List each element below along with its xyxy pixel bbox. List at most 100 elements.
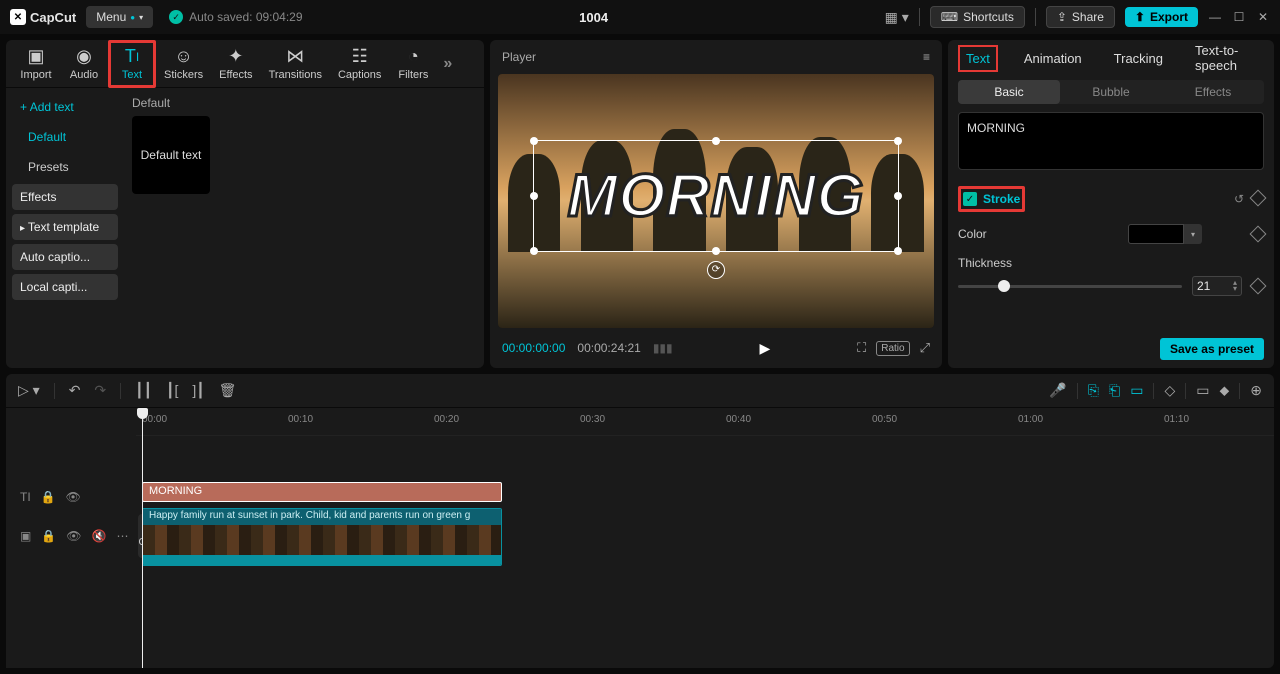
expand-tabs-icon[interactable]: »: [437, 55, 458, 73]
resize-handle[interactable]: [712, 137, 720, 145]
lock-icon[interactable]: 🔒: [41, 490, 56, 504]
text-clip[interactable]: MORNING: [142, 482, 502, 502]
subtab-effects[interactable]: Effects: [1162, 80, 1264, 104]
playhead[interactable]: [142, 408, 143, 668]
ruler-tick: 00:10: [288, 414, 313, 425]
slider-thumb[interactable]: [998, 280, 1010, 292]
text-selection-box[interactable]: MORNING ⟳: [533, 140, 899, 252]
mute-icon[interactable]: 🔇: [92, 529, 107, 543]
tab-audio[interactable]: ◉Audio: [60, 43, 108, 85]
keyframe-icon[interactable]: [1250, 226, 1267, 243]
sidebar-item-default[interactable]: Default: [12, 124, 118, 150]
maximize-icon[interactable]: ☐: [1232, 10, 1246, 24]
mic-icon[interactable]: 🎤: [1049, 382, 1066, 399]
player-menu-icon[interactable]: ≡: [923, 50, 930, 64]
zoom-icon[interactable]: ⊕: [1250, 382, 1262, 399]
thickness-slider[interactable]: [958, 285, 1182, 288]
marker-icon[interactable]: ⬥: [1219, 382, 1229, 399]
tab-transitions[interactable]: ⋈Transitions: [261, 43, 330, 85]
delete-icon[interactable]: 🗑: [219, 382, 237, 399]
tab-stickers[interactable]: ☺Stickers: [156, 43, 211, 85]
tab-tracking[interactable]: Tracking: [1108, 47, 1169, 70]
sidebar-item-effects[interactable]: Effects: [12, 184, 118, 210]
stroke-color-select[interactable]: ▾: [1128, 224, 1202, 244]
sidebar-item-local-captions[interactable]: Local capti...: [12, 274, 118, 300]
eye-icon[interactable]: 👁: [66, 529, 81, 543]
undo-icon[interactable]: ↶: [69, 382, 81, 399]
snap-icon-1[interactable]: ⎘: [1088, 382, 1099, 399]
tab-import[interactable]: ▣Import: [12, 43, 60, 85]
filters-icon: ◔: [408, 47, 419, 67]
reset-icon[interactable]: ↺: [1234, 192, 1244, 206]
eye-icon[interactable]: 👁: [66, 490, 81, 504]
tab-filters[interactable]: ◔Filters: [389, 43, 437, 85]
resize-handle[interactable]: [712, 247, 720, 255]
content-section-label: Default: [132, 96, 476, 110]
rotate-handle[interactable]: ⟳: [707, 261, 725, 279]
media-clip[interactable]: Happy family run at sunset in park. Chil…: [142, 508, 502, 566]
tab-tts[interactable]: Text-to-speech: [1189, 39, 1264, 77]
redo-icon[interactable]: ↷: [94, 382, 106, 399]
divider: [1035, 8, 1036, 26]
subtab-bubble[interactable]: Bubble: [1060, 80, 1162, 104]
sidebar-item-text-template[interactable]: Text template: [12, 214, 118, 240]
keyframe-icon[interactable]: [1250, 190, 1267, 207]
resize-handle[interactable]: [530, 192, 538, 200]
sidebar-item-auto-captions[interactable]: Auto captio...: [12, 244, 118, 270]
crop-icon[interactable]: ⛶: [857, 340, 866, 356]
menu-button[interactable]: Menu ● ▾: [86, 6, 153, 28]
import-icon: ▣: [27, 47, 44, 67]
resize-handle[interactable]: [894, 247, 902, 255]
trim-right-icon[interactable]: ]┃: [192, 382, 204, 399]
text-icon: TI: [125, 47, 139, 67]
minimize-icon[interactable]: —: [1208, 10, 1222, 24]
tab-effects[interactable]: ✦Effects: [211, 43, 260, 85]
default-text-preset[interactable]: Default text: [132, 116, 210, 194]
stroke-checkbox[interactable]: ✓ Stroke: [963, 192, 1020, 206]
shortcuts-button[interactable]: ⌨ Shortcuts: [930, 6, 1025, 28]
keyframe-icon[interactable]: [1250, 278, 1267, 295]
tab-animation[interactable]: Animation: [1018, 47, 1088, 70]
subtab-basic[interactable]: Basic: [958, 80, 1060, 104]
sidebar-item-add-text[interactable]: Add text: [12, 94, 118, 120]
overlay-text: MORNING: [568, 161, 865, 230]
ratio-button[interactable]: Ratio: [876, 341, 909, 356]
stepper-icon[interactable]: ▴▾: [1233, 280, 1237, 292]
color-label: Color: [958, 227, 987, 241]
resize-handle[interactable]: [530, 247, 538, 255]
preview-mode-icon[interactable]: ▭: [1196, 382, 1209, 399]
thickness-value[interactable]: 21 ▴▾: [1192, 276, 1242, 296]
captions-icon: ☷: [352, 47, 368, 67]
play-button[interactable]: ▶: [759, 340, 770, 357]
export-button[interactable]: ⬆ Export: [1125, 7, 1198, 27]
resize-handle[interactable]: [530, 137, 538, 145]
ruler-tick: 00:40: [726, 414, 751, 425]
align-icon[interactable]: ◇: [1164, 382, 1175, 399]
tab-text[interactable]: TIText: [108, 40, 156, 88]
fullscreen-icon[interactable]: ⤢: [920, 340, 930, 356]
more-icon[interactable]: ⋯: [116, 529, 128, 543]
close-icon[interactable]: ✕: [1256, 10, 1270, 24]
tab-captions[interactable]: ☷Captions: [330, 43, 389, 85]
player-viewport[interactable]: MORNING ⟳: [498, 74, 934, 328]
lock-icon[interactable]: 🔒: [41, 529, 56, 543]
autosave-status: ✓ Auto saved: 09:04:29: [169, 10, 302, 24]
color-swatch: [1128, 224, 1184, 244]
split-icon[interactable]: ┃┃: [135, 382, 152, 399]
tab-text-props[interactable]: Text: [958, 45, 998, 72]
sidebar-item-presets[interactable]: Presets: [12, 154, 118, 180]
export-icon: ⬆: [1135, 10, 1145, 24]
save-preset-button[interactable]: Save as preset: [1160, 338, 1264, 360]
layout-icon[interactable]: ▦ ▾: [885, 9, 909, 26]
snap-icon-2[interactable]: ⎗: [1109, 382, 1120, 399]
share-button[interactable]: ⇪ Share: [1046, 6, 1115, 28]
resize-handle[interactable]: [894, 192, 902, 200]
pointer-tool-icon[interactable]: ▷ ▾: [18, 382, 40, 399]
timeline-ruler[interactable]: 00:00 00:10 00:20 00:30 00:40 00:50 01:0…: [136, 408, 1274, 436]
audio-icon: ◉: [76, 47, 92, 67]
trim-left-icon[interactable]: ┃[: [166, 382, 178, 399]
media-track-icon: ▣: [20, 529, 31, 543]
text-content-input[interactable]: MORNING: [958, 112, 1264, 170]
snap-icon-3[interactable]: ▭: [1130, 382, 1143, 399]
levels-icon[interactable]: ▮▮▮: [653, 341, 673, 355]
